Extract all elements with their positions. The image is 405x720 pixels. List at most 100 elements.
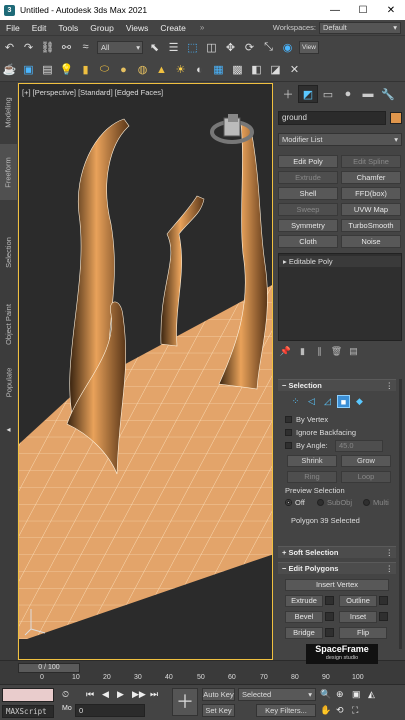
- play-icon[interactable]: ▶: [117, 689, 124, 700]
- go-to-start-icon[interactable]: ⏮: [86, 689, 94, 700]
- bridge-button[interactable]: Bridge: [285, 627, 323, 639]
- reference-coordinate-dropdown[interactable]: View: [299, 40, 319, 54]
- show-end-result-icon[interactable]: ▮: [295, 346, 310, 358]
- current-frame-field[interactable]: 0: [75, 704, 145, 717]
- redo-icon[interactable]: ↷: [21, 40, 36, 55]
- ignore-backfacing-checkbox[interactable]: Ignore Backfacing: [285, 428, 356, 437]
- selection-filter-dropdown[interactable]: All ▾: [97, 40, 143, 54]
- shrink-button[interactable]: Shrink: [287, 455, 337, 467]
- uvw-map-button[interactable]: UVW Map: [341, 203, 401, 216]
- menu-file[interactable]: File: [0, 23, 26, 33]
- command-panel-scrollbar[interactable]: [399, 379, 402, 649]
- scale-icon[interactable]: ⤡: [261, 40, 276, 55]
- expand-ribbon-icon[interactable]: ◂: [0, 422, 17, 436]
- sweep-button[interactable]: Sweep: [278, 203, 338, 216]
- border-level-icon[interactable]: ◿: [321, 395, 334, 408]
- shell-button[interactable]: Shell: [278, 187, 338, 200]
- inset-button[interactable]: Inset: [339, 611, 377, 623]
- maxscript-listener-pink[interactable]: [2, 688, 54, 702]
- layers-icon[interactable]: ◧: [249, 62, 264, 77]
- vertex-level-icon[interactable]: ⁘: [289, 395, 302, 408]
- key-set-dropdown[interactable]: Selected ▾: [238, 688, 316, 701]
- extrude-settings-icon[interactable]: [325, 596, 334, 605]
- sun-icon[interactable]: ☀: [173, 62, 188, 77]
- hierarchy-tab-icon[interactable]: ▭: [318, 85, 338, 103]
- menu-views[interactable]: Views: [120, 23, 155, 33]
- select-by-name-icon[interactable]: ☰: [166, 40, 181, 55]
- tab-modeling[interactable]: Modeling: [0, 82, 17, 142]
- stack-item-editable-poly[interactable]: ▸ Editable Poly: [279, 256, 401, 267]
- noise-button[interactable]: Noise: [341, 235, 401, 248]
- tab-freeform[interactable]: Freeform: [0, 144, 17, 200]
- mode-icon[interactable]: ⏲: [62, 689, 69, 700]
- edit-spline-button[interactable]: Edit Spline: [341, 155, 401, 168]
- outline-button[interactable]: Outline: [339, 595, 377, 607]
- bridge-settings-icon[interactable]: [325, 628, 334, 637]
- modify-tab-icon[interactable]: ◩: [298, 85, 318, 103]
- window-crossing-icon[interactable]: ◫: [204, 40, 219, 55]
- cylinder-icon[interactable]: ⬭: [97, 62, 112, 77]
- ffd-box-button[interactable]: FFD(box): [341, 187, 401, 200]
- light-icon[interactable]: 💡: [59, 62, 74, 77]
- curve-editor-icon[interactable]: ◪: [268, 62, 283, 77]
- chamfer-button[interactable]: Chamfer: [341, 171, 401, 184]
- flip-button[interactable]: Flip: [339, 627, 387, 639]
- configure-modifier-sets-icon[interactable]: ▤: [346, 346, 361, 358]
- box-icon[interactable]: ▮: [78, 62, 93, 77]
- checker-icon[interactable]: ▩: [230, 62, 245, 77]
- auto-key-button[interactable]: Auto Key: [202, 688, 235, 701]
- workspace-select[interactable]: Default ▾: [319, 21, 401, 34]
- soft-selection-rollout-header[interactable]: + Soft Selection ⋮: [278, 546, 396, 558]
- grow-button[interactable]: Grow: [341, 455, 391, 467]
- maxscript-label[interactable]: MAXScript: [2, 705, 54, 718]
- rotate-icon[interactable]: ⟳: [242, 40, 257, 55]
- undo-icon[interactable]: ↶: [2, 40, 17, 55]
- maximize-viewport-icon[interactable]: ⛶: [352, 705, 358, 716]
- minimize-button[interactable]: —: [321, 0, 349, 20]
- turbosmooth-button[interactable]: TurboSmooth: [341, 219, 401, 232]
- create-tab-icon[interactable]: ＋: [278, 85, 298, 103]
- extrude-poly-button[interactable]: Extrude: [285, 595, 323, 607]
- edge-level-icon[interactable]: ◁: [305, 395, 318, 408]
- extrude-button[interactable]: Extrude: [278, 171, 338, 184]
- edit-poly-button[interactable]: Edit Poly: [278, 155, 338, 168]
- close-button[interactable]: ✕: [377, 0, 405, 20]
- orbit-icon[interactable]: ⟲: [336, 705, 344, 716]
- object-name-field[interactable]: ground: [278, 111, 386, 125]
- object-color-swatch[interactable]: [390, 112, 402, 124]
- maximize-button[interactable]: ☐: [349, 0, 377, 20]
- preview-multi-radio[interactable]: Multi: [363, 498, 389, 507]
- motion-tab-icon[interactable]: ●: [338, 85, 358, 103]
- menu-edit[interactable]: Edit: [26, 23, 53, 33]
- move-icon[interactable]: ✥: [223, 40, 238, 55]
- cone-icon[interactable]: ▲: [154, 62, 169, 77]
- preview-subobj-radio[interactable]: SubObj: [317, 498, 352, 507]
- angle-spinner[interactable]: 45.0: [335, 440, 383, 452]
- by-angle-checkbox[interactable]: By Angle:: [285, 441, 328, 450]
- menu-group[interactable]: Group: [84, 23, 120, 33]
- pin-stack-icon[interactable]: 📌: [278, 346, 293, 358]
- tab-populate[interactable]: Populate: [0, 352, 17, 412]
- selection-rollout-header[interactable]: − Selection ⋮: [278, 379, 396, 391]
- set-key-button[interactable]: Set Key: [202, 704, 235, 717]
- preview-off-radio[interactable]: Off: [285, 498, 305, 507]
- cloth-button[interactable]: Cloth: [278, 235, 338, 248]
- tab-selection[interactable]: Selection: [0, 222, 17, 282]
- polygon-level-icon[interactable]: ■: [337, 395, 350, 408]
- key-filters-button[interactable]: Key Filters...: [256, 704, 316, 717]
- render-frame-icon[interactable]: ▤: [40, 62, 55, 77]
- select-object-icon[interactable]: ⬉: [147, 40, 162, 55]
- menu-overflow-icon[interactable]: »: [200, 23, 204, 32]
- menu-create[interactable]: Create: [154, 23, 192, 33]
- zoom-extents-icon[interactable]: ▣: [352, 689, 361, 700]
- zoom-icon[interactable]: 🔍: [320, 689, 331, 700]
- close-ribbon-icon[interactable]: ✕: [287, 62, 302, 77]
- symmetry-button[interactable]: Symmetry: [278, 219, 338, 232]
- insert-vertex-button[interactable]: Insert Vertex: [285, 579, 389, 591]
- viewport-label[interactable]: [+] [Perspective] [Standard] [Edged Face…: [22, 88, 163, 97]
- make-unique-icon[interactable]: ∥: [312, 346, 327, 358]
- previous-frame-icon[interactable]: ◀: [102, 689, 109, 700]
- bind-spacewarp-icon[interactable]: ≈: [78, 40, 93, 55]
- zoom-all-icon[interactable]: ⊕: [336, 689, 344, 700]
- outline-settings-icon[interactable]: [379, 596, 388, 605]
